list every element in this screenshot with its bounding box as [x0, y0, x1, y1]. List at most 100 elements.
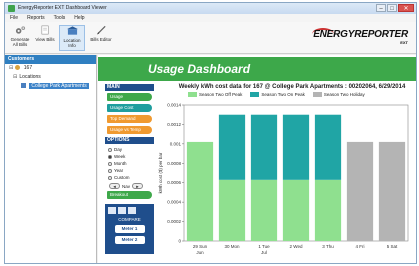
usage-vs-temp-button[interactable]: Usage vs Temp [107, 126, 152, 134]
bar-segment[interactable] [314, 179, 342, 241]
bar-segment[interactable] [218, 179, 246, 241]
bar-segment[interactable] [282, 114, 310, 180]
top-demand-button[interactable]: Top Demand [107, 115, 152, 123]
tree-node-customer[interactable]: ⊟ 167 [5, 64, 96, 73]
maximize-button[interactable]: □ [387, 4, 397, 12]
close-button[interactable]: ✕ [398, 4, 414, 12]
logo-text: ENERGYREPORTER [313, 29, 408, 40]
radio-icon[interactable] [108, 175, 112, 180]
next-period-button[interactable]: ► [132, 183, 144, 189]
breakout-button[interactable]: Breakout [107, 191, 152, 199]
y-tick-label: 0.0014 [167, 103, 181, 108]
usage-cost-button[interactable]: Usage Cost [107, 104, 152, 112]
option-custom-label: Custom [114, 175, 130, 180]
x-tick-label: 2 Wed [290, 244, 303, 249]
usage-button[interactable]: Usage [107, 93, 152, 101]
logo-suffix: EXT [400, 40, 408, 45]
x-tick-label: 1 Tue [258, 244, 270, 249]
bar-segment[interactable] [314, 114, 342, 180]
y-tick-label: 0.0004 [167, 200, 181, 205]
x-tick-label: 4 Fri [356, 244, 365, 249]
dashboard-main: Usage Dashboard MAIN Usage Usage Cost To… [98, 55, 416, 263]
control-panel: MAIN Usage Usage Cost Top Demand Usage v… [105, 84, 154, 262]
option-year[interactable]: Year [108, 167, 154, 174]
menu-reports[interactable]: Reports [27, 14, 45, 22]
location-label: College Park Apartments [29, 83, 89, 89]
compare-icons [105, 207, 154, 214]
y-tick-label: 0.0002 [167, 219, 181, 224]
toolbar: Generate All Bills View Bills Location I… [5, 22, 416, 54]
option-day[interactable]: Day [108, 146, 154, 153]
list-icon[interactable] [118, 207, 126, 214]
y-tick-label: 0.0006 [167, 180, 181, 185]
export-icon[interactable] [128, 207, 136, 214]
window-title: EnergyReporter EXT Dashboard Viewer [18, 5, 107, 11]
radio-selected-icon[interactable] [108, 154, 112, 159]
tree-node-location[interactable]: College Park Apartments [5, 82, 96, 91]
bar-segment[interactable] [218, 114, 246, 180]
bar-segment[interactable] [378, 141, 406, 241]
menu-file[interactable]: File [10, 14, 18, 22]
bar-segment[interactable] [250, 179, 278, 241]
location-info-button[interactable]: Location Info [59, 25, 85, 51]
bills-editor-button[interactable]: Bills Editor [88, 25, 114, 51]
editor-icon [96, 25, 106, 35]
title-bar: EnergyReporter EXT Dashboard Viewer – □ … [5, 3, 416, 14]
sidebar-heading: Customers [5, 55, 96, 64]
bills-icon [41, 25, 49, 35]
y-tick-label: 0.001 [170, 141, 182, 146]
x-tick-label: 30 Mon [224, 244, 240, 249]
customer-label: 167 [23, 65, 33, 71]
option-month[interactable]: Month [108, 160, 154, 167]
app-icon [8, 5, 15, 12]
option-day-label: Day [114, 147, 123, 152]
x-tick-sublabel: Jun [196, 250, 204, 255]
meter-2-button[interactable]: Meter 2 [114, 236, 145, 244]
menu-help[interactable]: Help [74, 14, 84, 22]
chart-title: Weekly kWh cost data for 167 @ College P… [178, 84, 406, 90]
x-tick-sublabel: Jul [261, 250, 267, 255]
bar-segment[interactable] [186, 141, 214, 241]
period-navigation: ◄ Nav ► [105, 183, 154, 189]
y-tick-label: 0.0008 [167, 161, 181, 166]
menu-bar: File Reports Tools Help [5, 14, 416, 22]
grid-icon[interactable] [108, 207, 116, 214]
collapse-icon[interactable]: ⊟ [13, 73, 18, 82]
bar-segment[interactable] [282, 179, 310, 241]
chart-legend: Season Two Off Peak Season Two On Peak S… [188, 92, 365, 97]
radio-icon[interactable] [108, 161, 112, 166]
window-controls: – □ ✕ [376, 4, 414, 12]
options-section-heading: OPTIONS [105, 137, 154, 144]
bar-segment[interactable] [250, 114, 278, 180]
legend-label: Season Two Holiday [323, 92, 365, 97]
menu-tools[interactable]: Tools [54, 14, 66, 22]
gear-icon [15, 26, 25, 34]
period-options: Day Week Month Year Custom [105, 146, 154, 181]
bills-editor-label: Bills Editor [90, 37, 112, 42]
tree-node-locations[interactable]: ⊟ Locations [5, 73, 96, 82]
option-week[interactable]: Week [108, 153, 154, 160]
option-week-label: Week [114, 154, 126, 159]
x-tick-label: 3 Thu [322, 244, 334, 249]
radio-icon[interactable] [108, 147, 112, 152]
minimize-button[interactable]: – [376, 4, 386, 12]
x-tick-label: 29 Sun [193, 244, 208, 249]
option-month-label: Month [114, 161, 127, 166]
legend-item-off-peak: Season Two Off Peak [188, 92, 242, 97]
view-bills-button[interactable]: View Bills [34, 25, 56, 51]
legend-label: Season Two Off Peak [199, 92, 243, 97]
meter-1-button[interactable]: Meter 1 [114, 225, 145, 233]
location-icon [66, 26, 78, 35]
generate-all-bills-button[interactable]: Generate All Bills [9, 25, 31, 51]
customer-sidebar: Customers ⊟ 167 ⊟ Locations College Park… [5, 55, 97, 263]
option-custom[interactable]: Custom [108, 174, 154, 181]
option-year-label: Year [114, 168, 124, 173]
customer-tree: ⊟ 167 ⊟ Locations College Park Apartment… [5, 64, 96, 91]
bar-segment[interactable] [346, 141, 374, 241]
collapse-icon[interactable]: ⊟ [9, 64, 14, 73]
prev-period-button[interactable]: ◄ [109, 183, 120, 189]
legend-item-holiday: Season Two Holiday [312, 92, 365, 97]
radio-icon[interactable] [108, 168, 112, 173]
y-tick-label: 0.0012 [167, 122, 181, 127]
location-info-label: Location Info [63, 38, 81, 48]
